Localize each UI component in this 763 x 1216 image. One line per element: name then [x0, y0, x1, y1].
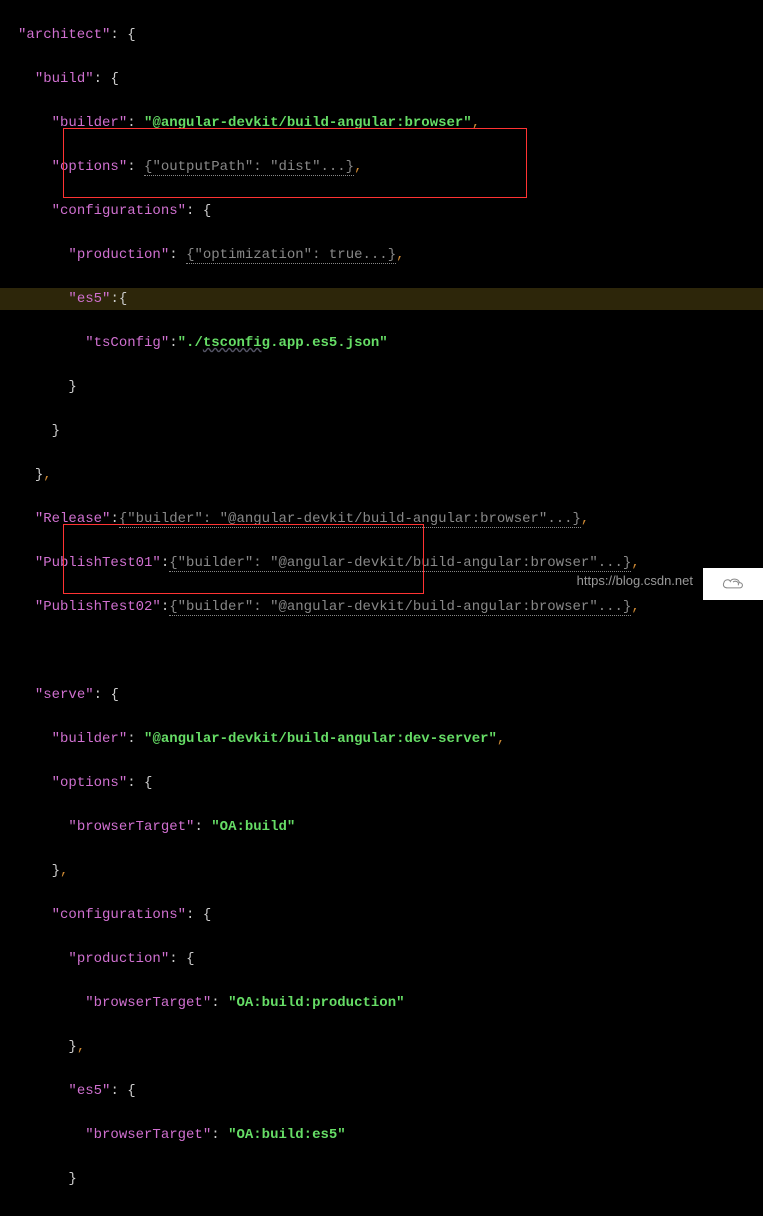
- json-string: "OA:build:es5": [228, 1127, 346, 1143]
- json-key: "browserTarget": [68, 819, 194, 835]
- json-key: "PublishTest01": [35, 555, 161, 571]
- logo-badge: [703, 568, 763, 600]
- code-line: "es5":{: [18, 288, 763, 310]
- json-key: "production": [68, 951, 169, 967]
- code-line: "PublishTest02":{"builder": "@angular-de…: [18, 596, 763, 618]
- cloud-icon: [720, 573, 746, 595]
- json-key: "builder": [52, 731, 128, 747]
- code-line: "builder": "@angular-devkit/build-angula…: [18, 112, 763, 134]
- code-line: "browserTarget": "OA:build": [18, 816, 763, 838]
- code-line: "production": {: [18, 948, 763, 970]
- code-line: }: [18, 1212, 763, 1216]
- json-string-underlined: tsconfig: [203, 335, 270, 351]
- json-string-part: .app.es5.json": [270, 335, 388, 351]
- json-key: "browserTarget": [85, 995, 211, 1011]
- collapsed-block[interactable]: {"builder": "@angular-devkit/build-angul…: [169, 555, 631, 572]
- code-line: "browserTarget": "OA:build:es5": [18, 1124, 763, 1146]
- json-key: "build": [35, 71, 94, 87]
- json-key: "configurations": [52, 203, 186, 219]
- json-string: "OA:build": [211, 819, 295, 835]
- code-line: }: [18, 420, 763, 442]
- code-line: "serve": {: [18, 684, 763, 706]
- code-line: },: [18, 1036, 763, 1058]
- json-string: "OA:build:production": [228, 995, 404, 1011]
- code-editor[interactable]: "architect": { "build": { "builder": "@a…: [0, 0, 763, 1216]
- json-key: "architect": [18, 27, 110, 43]
- json-string-part: "./: [178, 335, 203, 351]
- code-line: "options": {"outputPath": "dist"...},: [18, 156, 763, 178]
- json-key: "production": [68, 247, 169, 263]
- code-line: "build": {: [18, 68, 763, 90]
- json-key: "options": [52, 775, 128, 791]
- code-line: "configurations": {: [18, 200, 763, 222]
- collapsed-block[interactable]: {"optimization": true...}: [186, 247, 396, 264]
- code-line: "browserTarget": "OA:build:production": [18, 992, 763, 1014]
- collapsed-block[interactable]: {"outputPath": "dist"...}: [144, 159, 354, 176]
- code-line: "options": {: [18, 772, 763, 794]
- code-line: [18, 640, 763, 662]
- code-line: }: [18, 1168, 763, 1190]
- code-line: "es5": {: [18, 1080, 763, 1102]
- json-key: "builder": [52, 115, 128, 131]
- code-line: "Release":{"builder": "@angular-devkit/b…: [18, 508, 763, 530]
- code-line: }: [18, 376, 763, 398]
- code-line: "builder": "@angular-devkit/build-angula…: [18, 728, 763, 750]
- json-key: "browserTarget": [85, 1127, 211, 1143]
- json-key: "Release": [35, 511, 111, 527]
- json-key: "options": [52, 159, 128, 175]
- code-line: "production": {"optimization": true...},: [18, 244, 763, 266]
- collapsed-block[interactable]: {"builder": "@angular-devkit/build-angul…: [119, 511, 581, 528]
- json-string: "@angular-devkit/build-angular:dev-serve…: [144, 731, 497, 747]
- json-key: "es5": [68, 291, 110, 307]
- json-key: "tsConfig": [85, 335, 169, 351]
- code-line: "tsConfig":"./tsconfig.app.es5.json": [18, 332, 763, 354]
- code-line: "configurations": {: [18, 904, 763, 926]
- json-key: "es5": [68, 1083, 110, 1099]
- code-line: "architect": {: [18, 24, 763, 46]
- json-key: "serve": [35, 687, 94, 703]
- code-line: },: [18, 464, 763, 486]
- json-string: "@angular-devkit/build-angular:browser": [144, 115, 472, 131]
- watermark-text: https://blog.csdn.net: [577, 570, 693, 592]
- code-line: },: [18, 860, 763, 882]
- json-key: "configurations": [52, 907, 186, 923]
- json-key: "PublishTest02": [35, 599, 161, 615]
